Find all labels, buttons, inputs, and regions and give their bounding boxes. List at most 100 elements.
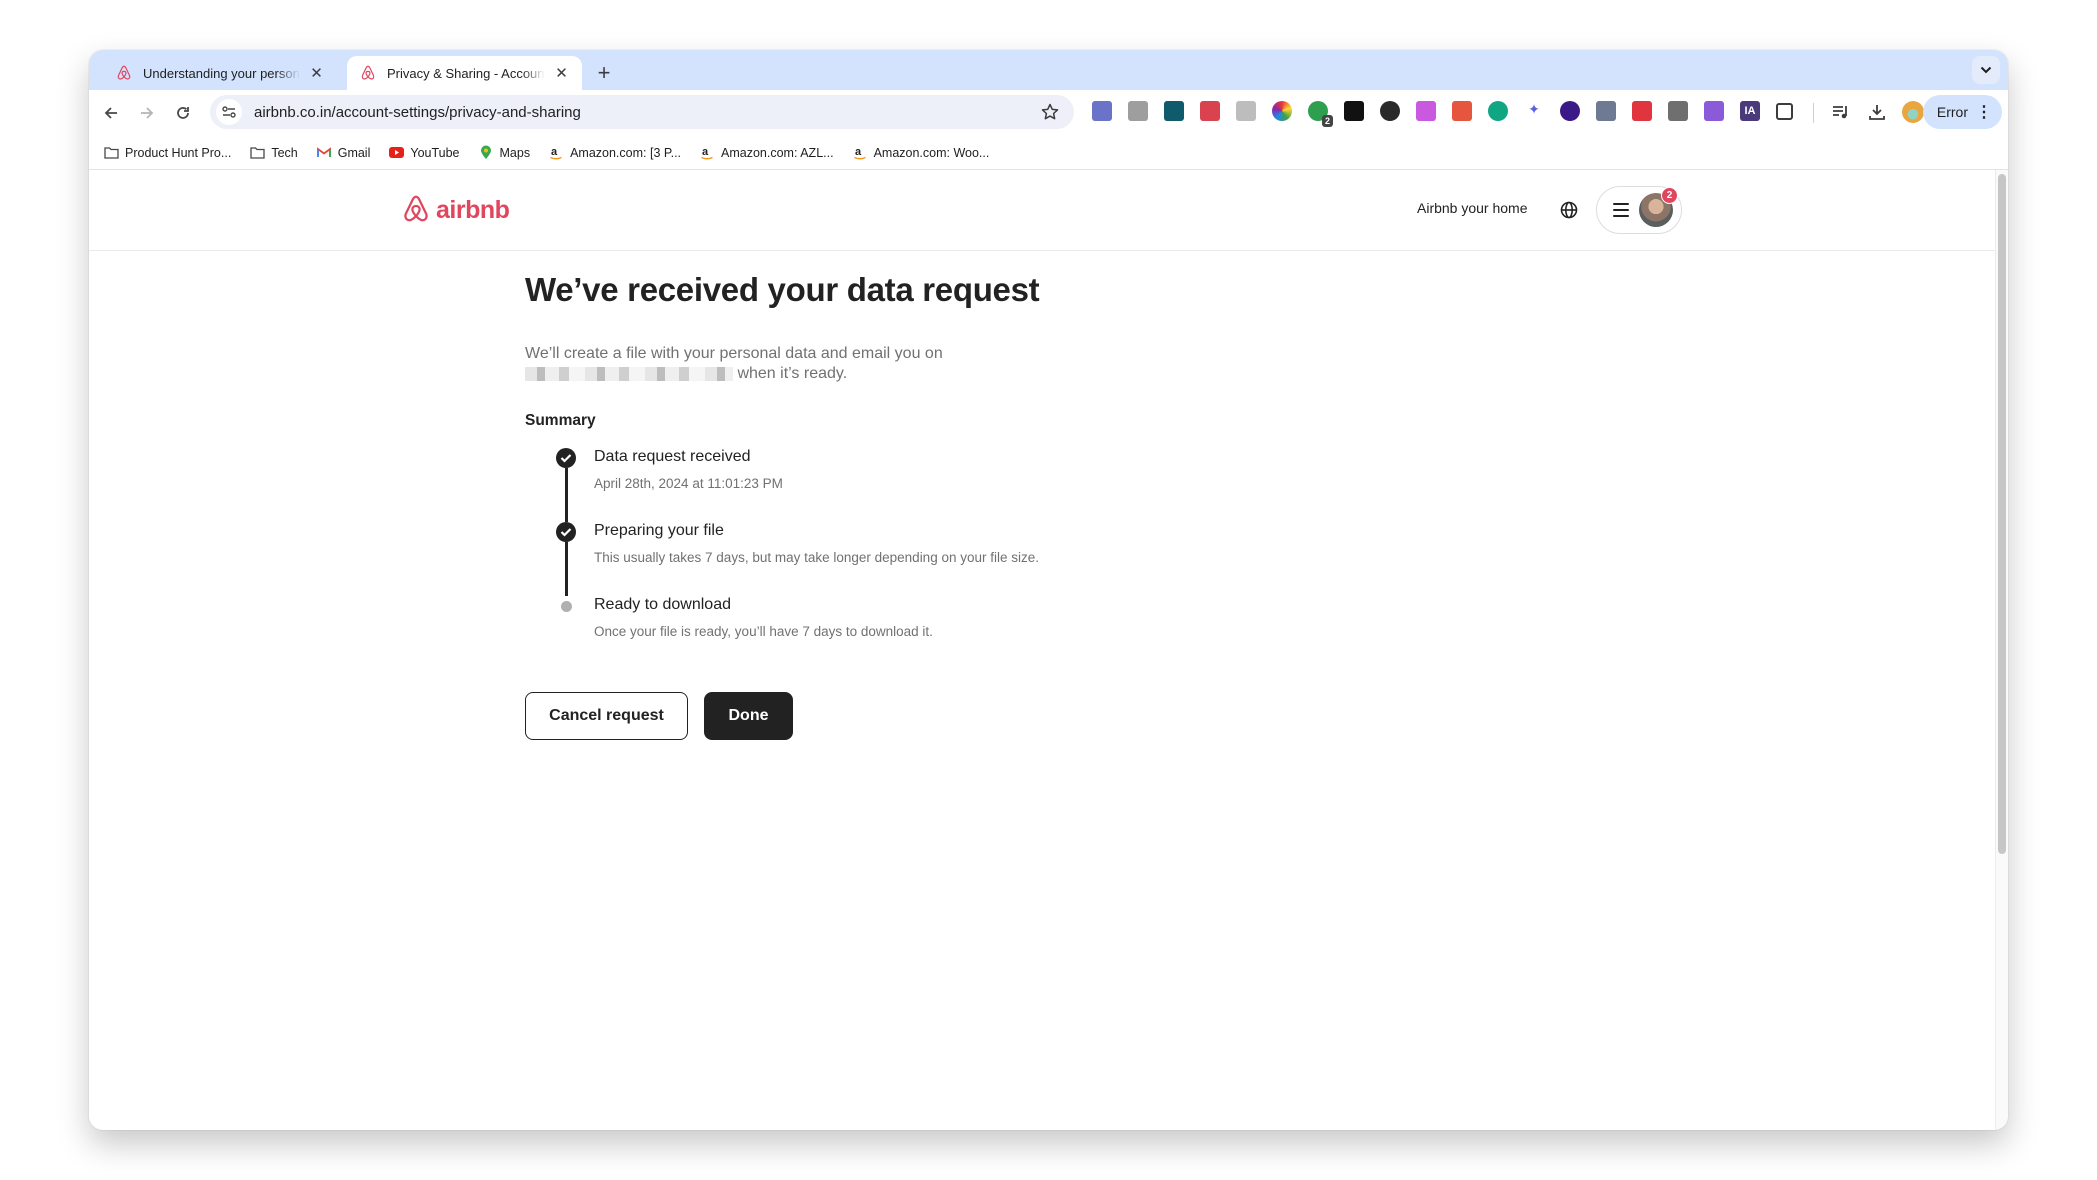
svg-text:a: a xyxy=(551,146,558,158)
step-subtitle: April 28th, 2024 at 11:01:23 PM xyxy=(594,476,783,491)
arrow-left-icon xyxy=(104,107,117,119)
downloads-button[interactable] xyxy=(1867,102,1887,127)
new-tab-button[interactable]: + xyxy=(589,58,619,88)
kebab-menu-icon[interactable]: ⋮ xyxy=(1976,102,1992,122)
bookmark-item[interactable]: Tech xyxy=(249,145,298,161)
ext-sparkle-icon[interactable]: ✦ xyxy=(1524,101,1544,121)
step-subtitle: This usually takes 7 days, but may take … xyxy=(594,550,1039,565)
profile-error-button[interactable]: Error ⋮ xyxy=(1922,95,2002,129)
tab-privacy-sharing[interactable]: Privacy & Sharing - Account Settings ✕ xyxy=(347,56,582,90)
page-scrollbar[interactable] xyxy=(1995,170,2008,1130)
ext-colorwheel-icon[interactable] xyxy=(1272,101,1292,121)
ext-hk-icon[interactable] xyxy=(1236,101,1256,121)
action-buttons: Cancel request Done xyxy=(525,692,1325,740)
ext-grammarly-icon[interactable] xyxy=(1488,101,1508,121)
request-timeline: Data request received April 28th, 2024 a… xyxy=(525,448,1325,670)
intro-line-1: We’ll create a file with your personal d… xyxy=(525,345,943,362)
notification-badge: 2 xyxy=(1661,187,1678,204)
bookmark-item[interactable]: a Amazon.com: AZL... xyxy=(699,145,834,161)
extension-badge: 2 xyxy=(1321,115,1333,127)
ext-puzzle-icon[interactable] xyxy=(1776,102,1793,120)
bookmark-item[interactable]: Gmail xyxy=(316,145,371,161)
ext-ring-icon[interactable] xyxy=(1380,101,1400,121)
address-bar[interactable]: airbnb.co.in/account-settings/privacy-an… xyxy=(210,95,1074,129)
check-circle-icon xyxy=(556,448,576,468)
youtube-icon xyxy=(388,145,404,161)
bookmark-label: Product Hunt Pro... xyxy=(125,145,232,160)
gmail-icon xyxy=(316,145,332,161)
airbnb-icon xyxy=(117,65,131,80)
bookmark-item[interactable]: Maps xyxy=(478,145,530,161)
ext-download-circle-icon[interactable] xyxy=(1560,101,1580,121)
ext-record-icon[interactable] xyxy=(1452,101,1472,121)
ext-screen-icon[interactable] xyxy=(1596,101,1616,121)
divider xyxy=(1813,103,1814,123)
intro-line-2: when it’s ready. xyxy=(525,364,1325,384)
airbnb-your-home-link[interactable]: Airbnb your home xyxy=(1417,200,1528,216)
intro-line-2-text: when it’s ready. xyxy=(737,365,848,382)
bookmark-label: Tech xyxy=(271,145,298,160)
ext-inbox-icon[interactable] xyxy=(1668,101,1688,121)
forward-button[interactable] xyxy=(133,99,161,127)
page-viewport: airbnb Airbnb your home 2 We’ve received… xyxy=(89,170,1995,1130)
close-tab-icon[interactable]: ✕ xyxy=(553,64,570,82)
amazon-icon: a xyxy=(699,145,715,161)
folder-icon xyxy=(249,145,265,161)
bookmark-item[interactable]: Product Hunt Pro... xyxy=(103,145,231,161)
bookmarks-bar: Product Hunt Pro... Tech Gmail YouTube Maps a… xyxy=(89,136,2008,170)
ext-shield-icon[interactable]: 2 xyxy=(1308,101,1333,127)
profile-avatar[interactable] xyxy=(1902,101,1924,123)
step-title: Ready to download xyxy=(594,596,731,613)
ext-image-icon[interactable] xyxy=(1632,101,1652,121)
airbnb-logo[interactable]: airbnb xyxy=(401,194,510,227)
ext-gear-black-icon[interactable] xyxy=(1344,101,1364,121)
bookmark-item[interactable]: a Amazon.com: [3 P... xyxy=(548,145,681,161)
browser-window: Understanding your personal data ✕ Priva… xyxy=(89,50,2008,1130)
bookmark-item[interactable]: YouTube xyxy=(388,145,460,161)
reload-icon xyxy=(177,107,189,119)
step-title: Data request received xyxy=(594,448,751,465)
ext-chat-icon[interactable] xyxy=(1416,101,1436,121)
globe-icon[interactable] xyxy=(1559,200,1579,220)
close-tab-icon[interactable]: ✕ xyxy=(308,64,325,82)
tab-strip: Understanding your personal data ✕ Priva… xyxy=(89,50,2008,90)
ext-bars-icon[interactable] xyxy=(1200,101,1220,121)
bookmark-label: Amazon.com: AZL... xyxy=(721,145,834,160)
media-controls-button[interactable] xyxy=(1831,102,1851,127)
ext-feather-icon[interactable] xyxy=(1704,101,1724,121)
airbnb-icon xyxy=(361,65,375,80)
bookmark-label: Gmail xyxy=(337,145,371,160)
bookmark-label: Amazon.com: Woo... xyxy=(873,145,990,160)
ext-bracket-icon[interactable] xyxy=(1164,101,1184,121)
site-settings-button[interactable] xyxy=(216,99,242,125)
tab-search-button[interactable] xyxy=(1972,56,2000,84)
download-icon xyxy=(1869,105,1885,120)
user-menu-button[interactable]: 2 xyxy=(1596,186,1682,234)
reload-button[interactable] xyxy=(169,99,197,127)
svg-text:a: a xyxy=(702,146,709,158)
arrow-right-icon xyxy=(141,107,154,119)
url-text[interactable]: airbnb.co.in/account-settings/privacy-an… xyxy=(254,104,581,121)
bookmark-label: Amazon.com: [3 P... xyxy=(570,145,682,160)
site-header: airbnb Airbnb your home 2 xyxy=(89,170,1995,251)
back-button[interactable] xyxy=(97,99,125,127)
done-button[interactable]: Done xyxy=(704,692,793,740)
amazon-icon: a xyxy=(548,145,564,161)
main-content: We’ve received your data request We’ll c… xyxy=(525,270,1325,740)
pending-dot-icon xyxy=(561,601,572,612)
scrollbar-thumb[interactable] xyxy=(1998,174,2006,854)
folder-icon xyxy=(103,145,119,161)
airbnb-icon xyxy=(404,195,428,222)
step-subtitle: Once your file is ready, you’ll have 7 d… xyxy=(594,624,933,639)
tab-title: Understanding your personal data xyxy=(143,65,300,81)
cancel-request-button[interactable]: Cancel request xyxy=(525,692,688,740)
bookmark-item[interactable]: a Amazon.com: Woo... xyxy=(852,145,990,161)
ext-stack-icon[interactable] xyxy=(1092,101,1112,121)
bookmark-star-icon[interactable] xyxy=(1040,102,1060,122)
hamburger-icon xyxy=(1613,203,1629,217)
timeline-step-received: Data request received April 28th, 2024 a… xyxy=(525,448,1325,522)
extensions-row: 2 ✦ IA xyxy=(1092,101,1809,127)
tab-understanding-personal-data[interactable]: Understanding your personal data ✕ xyxy=(103,56,337,90)
ext-ia-icon[interactable]: IA xyxy=(1740,101,1760,121)
ext-user-icon[interactable] xyxy=(1128,101,1148,121)
